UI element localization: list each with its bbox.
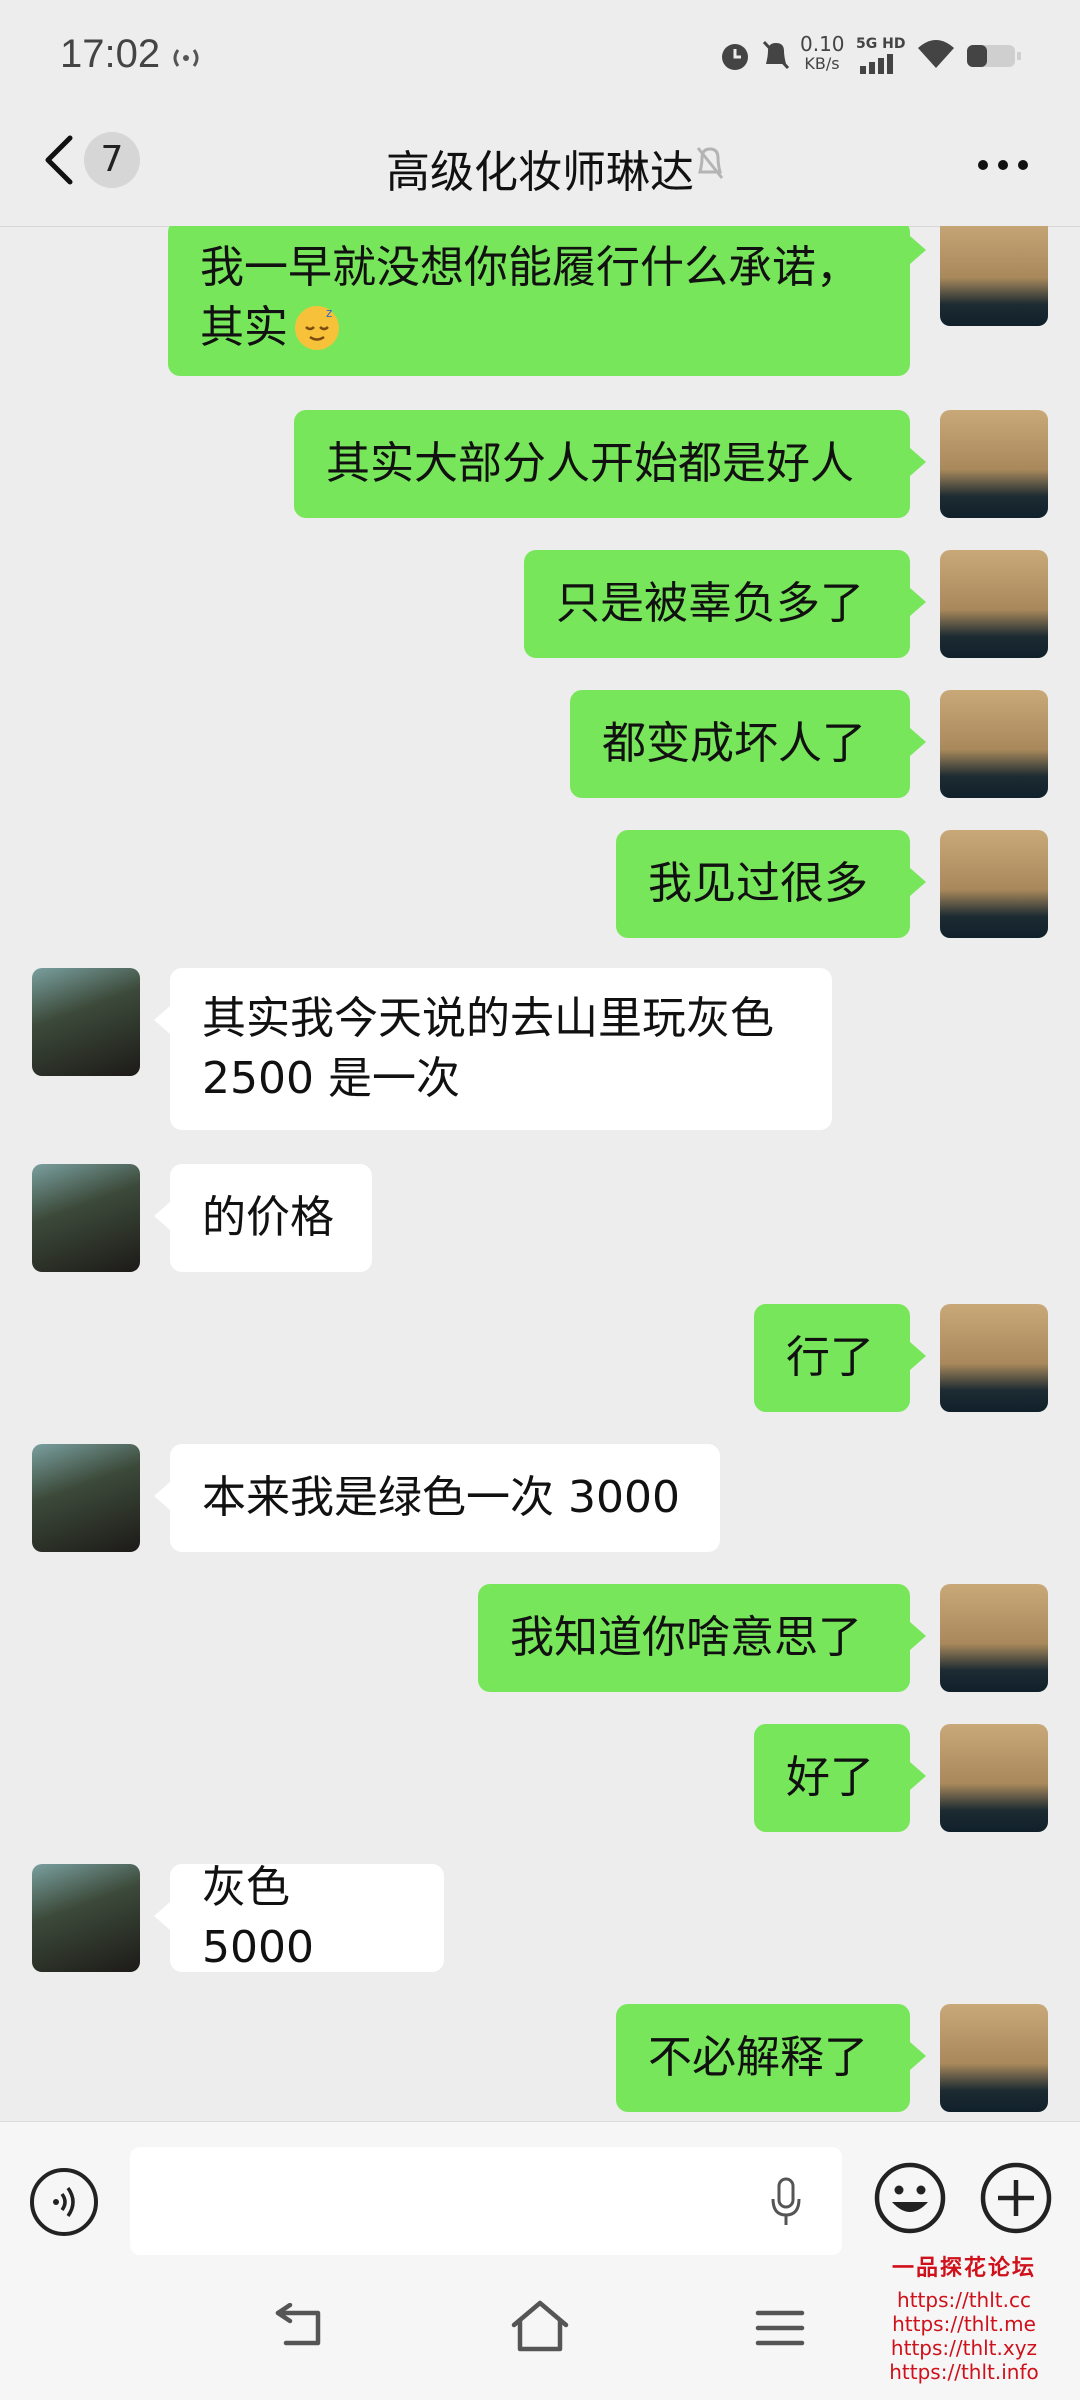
nav-home-icon[interactable] — [508, 2299, 572, 2355]
watermark-link: https://thlt.info — [889, 2360, 1039, 2384]
message-list[interactable]: 我一早就没想你能履行什么承诺， 其实 z 其实大部分人开始都是好人 只是被辜负多… — [0, 226, 1080, 2121]
watermark-link: https://thlt.xyz — [890, 2336, 1038, 2360]
message-bubble[interactable]: 其实我今天说的去山里玩灰色 2500 是一次 — [170, 968, 832, 1130]
message-bubble[interactable]: 好了 — [754, 1724, 910, 1832]
message-bubble[interactable]: 我知道你啥意思了 — [478, 1584, 910, 1692]
self-avatar[interactable] — [940, 1304, 1048, 1412]
svg-text:z: z — [326, 306, 332, 320]
message-text: 本来我是绿色一次 3000 — [202, 1472, 680, 1523]
wifi-icon — [918, 40, 954, 68]
message-text: 只是被辜负多了 — [556, 578, 864, 629]
self-avatar[interactable] — [940, 226, 1048, 326]
message-text: 其实我今天说的去山里玩灰色 — [202, 993, 774, 1044]
message-text: 的价格 — [202, 1192, 334, 1243]
signal-icon — [860, 54, 893, 74]
message-text: 灰色 5000 — [202, 1862, 314, 1973]
contact-avatar[interactable] — [32, 968, 140, 1076]
message-text: 我一早就没想你能履行什么承诺， — [200, 242, 860, 293]
hotspot-icon — [173, 49, 199, 67]
sleepy-face-icon: z — [295, 306, 339, 350]
message-bubble[interactable]: 行了 — [754, 1304, 910, 1412]
message-bubble[interactable]: 我一早就没想你能履行什么承诺， 其实 z — [168, 226, 910, 376]
bubble-tail — [154, 1482, 170, 1510]
message-bubble[interactable]: 不必解释了 — [616, 2004, 910, 2112]
status-time: 17:02 — [60, 32, 161, 76]
contact-avatar[interactable] — [32, 1864, 140, 1972]
self-avatar[interactable] — [940, 2004, 1048, 2112]
network-speed: 0.10 KB/s — [800, 32, 845, 74]
self-avatar[interactable] — [940, 410, 1048, 518]
contact-avatar[interactable] — [32, 1164, 140, 1272]
chat-header: 7 高级化妆师琳达 — [0, 110, 1080, 227]
bubble-tail — [910, 2042, 926, 2070]
contact-avatar[interactable] — [32, 1444, 140, 1552]
emoji-icon[interactable] — [872, 2160, 948, 2236]
chat-title: 高级化妆师琳达 — [386, 147, 694, 198]
status-bar: 17:02 0.10 KB/s 5G HD — [0, 0, 1080, 110]
bubble-tail — [910, 1762, 926, 1790]
nav-back-icon[interactable] — [272, 2303, 328, 2353]
self-avatar[interactable] — [940, 1724, 1048, 1832]
voice-icon — [53, 2186, 75, 2218]
message-text: 行了 — [786, 1332, 874, 1383]
message-text: 其实 — [200, 302, 288, 353]
nav-menu-icon[interactable] — [754, 2307, 806, 2349]
watermark-link: https://thlt.cc — [897, 2288, 1031, 2312]
watermark-title: 一品探花论坛 — [891, 2256, 1036, 2281]
message-bubble[interactable]: 都变成坏人了 — [570, 690, 910, 798]
microphone-icon[interactable] — [768, 2177, 804, 2227]
voice-toggle-button[interactable] — [30, 2168, 98, 2236]
message-text: 我见过很多 — [648, 858, 868, 909]
message-bubble[interactable]: 本来我是绿色一次 3000 — [170, 1444, 720, 1552]
message-bubble[interactable]: 我见过很多 — [616, 830, 910, 938]
watermark-link: https://thlt.me — [892, 2312, 1036, 2336]
message-input[interactable] — [130, 2147, 842, 2255]
message-text: 2500 是一次 — [202, 1053, 460, 1104]
message-text: 其实大部分人开始都是好人 — [326, 438, 854, 489]
message-bubble[interactable]: 的价格 — [170, 1164, 372, 1272]
message-text: 我知道你啥意思了 — [510, 1612, 862, 1663]
input-bar — [0, 2121, 1080, 2262]
more-icon[interactable] — [976, 158, 1030, 172]
speed-unit: KB/s — [804, 54, 840, 73]
bubble-tail — [154, 1202, 170, 1230]
self-avatar[interactable] — [940, 830, 1048, 938]
bubble-tail — [910, 448, 926, 476]
bubble-tail — [154, 1902, 170, 1930]
message-text: 好了 — [786, 1752, 874, 1803]
self-avatar[interactable] — [940, 1584, 1048, 1692]
mute-bell-icon — [696, 147, 724, 179]
message-text: 不必解释了 — [648, 2032, 868, 2083]
self-avatar[interactable] — [940, 690, 1048, 798]
message-text: 都变成坏人了 — [602, 718, 866, 769]
bubble-tail — [910, 588, 926, 616]
plus-icon[interactable] — [978, 2160, 1054, 2236]
message-bubble[interactable]: 灰色 5000 — [170, 1862, 444, 1973]
alarm-icon — [722, 44, 748, 70]
message-bubble[interactable]: 其实大部分人开始都是好人 — [294, 410, 910, 518]
message-row: 我一早就没想你能履行什么承诺， 其实 z — [168, 226, 926, 376]
do-not-disturb-icon — [762, 40, 790, 70]
battery-icon — [967, 45, 1021, 67]
bubble-tail — [154, 1006, 170, 1034]
self-avatar[interactable] — [940, 550, 1048, 658]
bubble-tail — [910, 1342, 926, 1370]
bubble-tail — [910, 1622, 926, 1650]
bubble-tail — [910, 868, 926, 896]
message-bubble[interactable]: 只是被辜负多了 — [524, 550, 910, 658]
forum-watermark: 一品探花论坛 https://thlt.cc https://thlt.me h… — [858, 2250, 1070, 2384]
speed-value: 0.10 — [800, 32, 845, 56]
bubble-tail — [910, 236, 926, 264]
bubble-tail — [910, 728, 926, 756]
network-type: 5G HD — [856, 36, 906, 52]
